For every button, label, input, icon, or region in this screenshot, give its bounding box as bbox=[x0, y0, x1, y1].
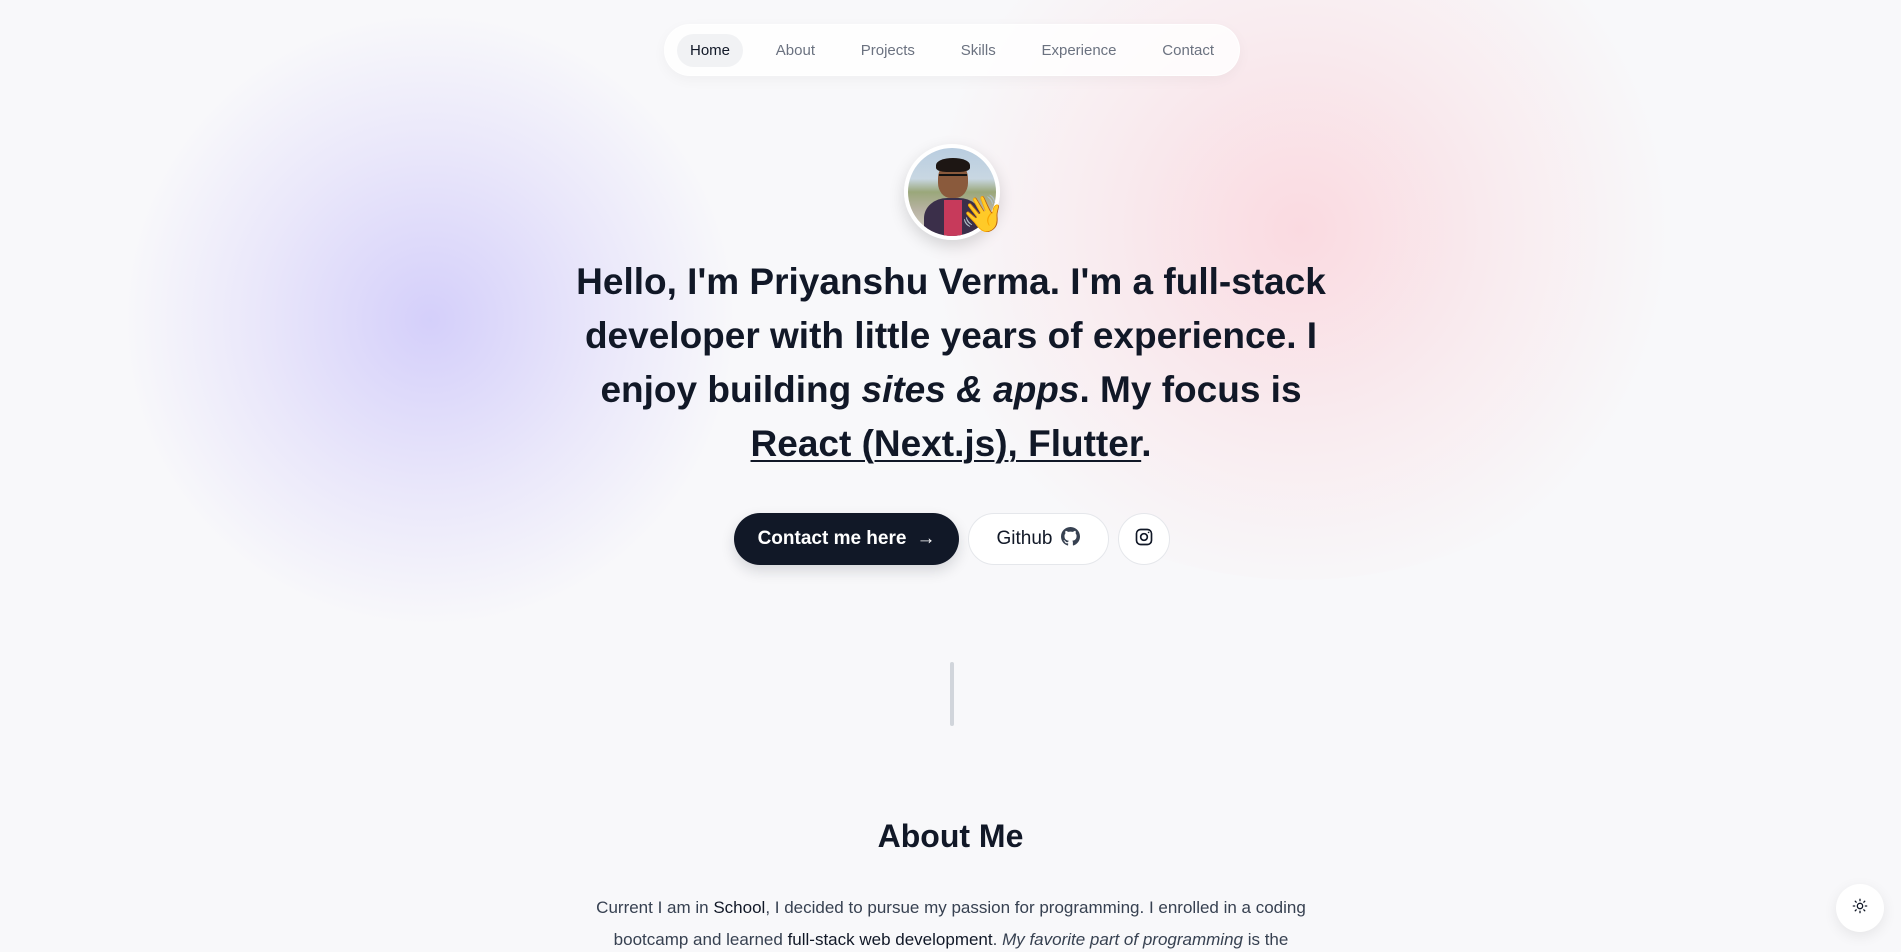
main-nav: Home About Projects Skills Experience Co… bbox=[664, 24, 1240, 76]
avatar-container: 👋 bbox=[904, 144, 1005, 240]
github-button[interactable]: Github bbox=[968, 513, 1109, 565]
contact-button-label: Contact me here bbox=[757, 528, 907, 549]
hero-build: sites & apps bbox=[861, 369, 1080, 410]
nav-item-home[interactable]: Home bbox=[677, 33, 744, 67]
instagram-button[interactable] bbox=[1118, 513, 1170, 565]
section-divider bbox=[950, 662, 954, 726]
about-text-1: Current I am in bbox=[596, 898, 714, 917]
about-school: School bbox=[713, 898, 766, 917]
nav-item-experience[interactable]: Experience bbox=[1028, 34, 1129, 67]
arrow-right-icon: → bbox=[916, 528, 936, 549]
hero-text-1: I'm a bbox=[1059, 261, 1164, 302]
about-favorite: My favorite part of programming bbox=[1002, 930, 1243, 949]
nav-item-contact[interactable]: Contact bbox=[1149, 34, 1227, 67]
nav-item-skills[interactable]: Skills bbox=[948, 34, 1009, 67]
nav-item-about[interactable]: About bbox=[763, 34, 828, 67]
hero-years: little years bbox=[854, 315, 1038, 356]
waving-hand-icon: 👋 bbox=[960, 193, 1005, 234]
nav-item-projects[interactable]: Projects bbox=[848, 34, 928, 67]
hero-text-2: with bbox=[759, 315, 855, 356]
github-icon bbox=[1061, 526, 1081, 552]
github-button-label: Github bbox=[996, 528, 1053, 549]
about-text-3: . bbox=[992, 930, 1003, 949]
sun-icon bbox=[1852, 898, 1868, 919]
contact-button[interactable]: Contact me here → bbox=[734, 513, 959, 565]
hero-intro: Hello, I'm Priyanshu Verma. bbox=[576, 261, 1060, 302]
hero-text-5: . bbox=[1141, 423, 1152, 464]
about-paragraph: Current I am in School, I decided to pur… bbox=[586, 892, 1316, 952]
instagram-icon bbox=[1134, 527, 1154, 552]
hero-focus: React (Next.js), Flutter bbox=[750, 423, 1142, 464]
about-text-4: is the bbox=[1242, 930, 1289, 949]
theme-toggle-button[interactable] bbox=[1836, 884, 1884, 932]
hero-text-4: . My focus is bbox=[1079, 369, 1302, 410]
hero-actions: Contact me here → Github bbox=[734, 513, 1170, 565]
hero-headline: Hello, I'm Priyanshu Verma. I'm a full-s… bbox=[560, 255, 1342, 471]
about-fullstack: full-stack web development bbox=[787, 930, 993, 949]
about-title: About Me bbox=[877, 818, 1024, 854]
